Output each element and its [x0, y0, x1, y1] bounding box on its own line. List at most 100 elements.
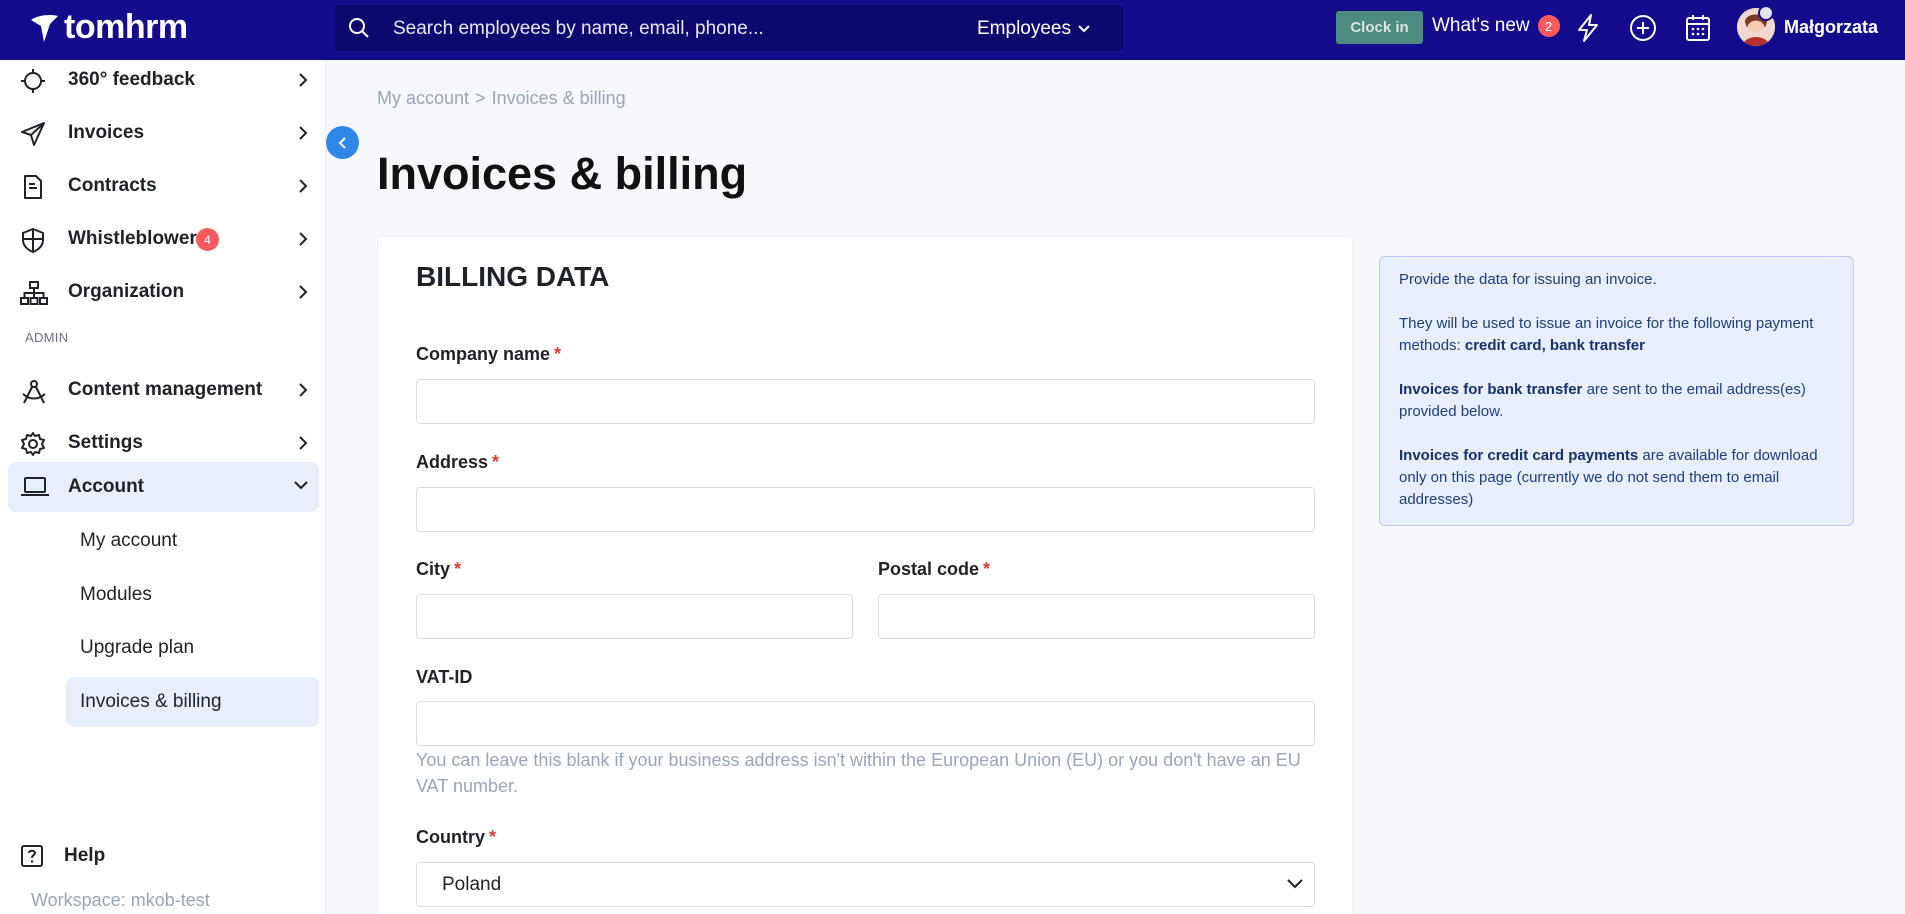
sidebar-item-360-feedback[interactable]: 360° feedback [8, 55, 319, 105]
paper-plane-icon [21, 122, 45, 146]
org-chart-icon [20, 281, 48, 305]
address-input[interactable] [416, 487, 1315, 532]
chevron-right-icon [299, 383, 308, 397]
chevron-right-icon [299, 436, 308, 450]
chevron-right-icon [299, 285, 308, 299]
help-icon [21, 845, 43, 867]
chevron-right-icon [299, 73, 308, 87]
city-input[interactable] [416, 594, 853, 639]
sidebar-sub-label: My account [80, 530, 178, 551]
breadcrumb-separator: > [475, 88, 486, 108]
vat-id-hint: You can leave this blank if your busines… [416, 750, 1301, 796]
sidebar-sub-label: Modules [80, 584, 152, 605]
sidebar-item-label: Account [68, 476, 144, 497]
chevron-right-icon [299, 179, 308, 193]
calendar-icon[interactable] [1684, 13, 1712, 43]
sidebar-item-organization[interactable]: Organization [8, 267, 319, 317]
country-value: Poland [442, 873, 502, 895]
logo-icon [31, 14, 58, 42]
avatar-status-icon [1758, 5, 1774, 21]
vat-id-label: VAT-ID [416, 667, 473, 687]
sidebar-item-invoices[interactable]: Invoices [8, 108, 319, 158]
collapse-sidebar-button[interactable] [326, 126, 359, 159]
billing-data-card: BILLING DATA Company name * Address * City… [378, 237, 1352, 914]
sidebar-sub-invoices-billing[interactable]: Invoices & billing [66, 677, 319, 727]
breadcrumb-parent[interactable]: My account [377, 88, 469, 109]
city-label: City * [416, 559, 462, 579]
sidebar-item-label: Settings [68, 432, 143, 453]
help-label: Help [64, 845, 106, 866]
page-title: Invoices & billing [377, 148, 748, 199]
gear-icon [21, 432, 45, 456]
search-bar[interactable]: Search employees by name, email, phone..… [335, 5, 1123, 51]
whats-new-link[interactable]: What's new 2 [1432, 15, 1560, 37]
logo-text: tomhrm [64, 8, 188, 46]
vat-id-input[interactable] [416, 701, 1315, 746]
billing-data-title: BILLING DATA [416, 261, 610, 292]
admin-section-label: ADMIN [25, 330, 69, 345]
user-name[interactable]: Małgorzata [1784, 17, 1878, 38]
sidebar-item-label: Contracts [68, 175, 157, 196]
chevron-right-icon [299, 232, 308, 246]
search-input[interactable]: Search employees by name, email, phone..… [393, 18, 764, 40]
sidebar-item-account[interactable]: Account [8, 462, 319, 512]
country-select[interactable]: Poland [416, 862, 1315, 907]
app-logo[interactable]: tomhrm [28, 8, 188, 47]
search-icon [349, 18, 369, 38]
postal-code-input[interactable] [878, 594, 1315, 639]
search-scope-label: Employees [977, 18, 1071, 39]
sidebar-item-whistleblower[interactable]: Whistleblower 4 [8, 214, 319, 264]
sidebar-item-contracts[interactable]: Contracts [8, 161, 319, 211]
required-mark: * [454, 559, 462, 579]
shield-icon [22, 227, 44, 253]
company-name-label: Company name * [416, 344, 562, 364]
info-paragraph: They will be used to issue an invoice fo… [1399, 315, 1814, 354]
workspace-label: Workspace: mkob-test [31, 890, 210, 910]
sidebar-sub-label: Upgrade plan [80, 637, 195, 658]
sidebar-item-content-management[interactable]: Content management [8, 365, 319, 415]
info-paragraph: Provide the data for issuing an invoice. [1399, 271, 1657, 288]
billing-info-box: Provide the data for issuing an invoice.… [1379, 256, 1854, 526]
chevron-down-icon [294, 481, 308, 490]
document-icon [24, 175, 42, 199]
sidebar-item-settings[interactable]: Settings [8, 418, 319, 468]
search-scope-dropdown[interactable]: Employees [977, 18, 1091, 40]
lightning-icon[interactable] [1575, 13, 1601, 43]
clock-in-button[interactable]: Clock in [1336, 11, 1423, 44]
plus-circle-icon[interactable] [1628, 13, 1658, 43]
laptop-icon [21, 477, 49, 496]
sidebar-item-label: Invoices [68, 122, 145, 143]
target-icon [21, 69, 45, 93]
whats-new-badge: 2 [1537, 15, 1560, 37]
sidebar-item-label: 360° feedback [68, 69, 195, 90]
info-paragraph: Invoices for credit card payments are av… [1399, 447, 1818, 508]
sidebar-item-label: Content management [68, 379, 263, 400]
address-label: Address * [416, 452, 500, 472]
company-name-input[interactable] [416, 379, 1315, 424]
help-link[interactable]: Help [20, 844, 105, 868]
sidebar-sub-modules[interactable]: Modules [66, 570, 319, 620]
sidebar-sub-my-account[interactable]: My account [66, 516, 319, 566]
postal-code-label: Postal code * [878, 559, 991, 579]
sidebar-sub-label: Invoices & billing [80, 691, 222, 712]
top-bar: tomhrm Search employees by name, email, … [0, 0, 1905, 60]
whats-new-label: What's new [1432, 15, 1530, 36]
chevron-down-icon [1078, 25, 1090, 33]
whistleblower-badge: 4 [196, 228, 219, 251]
required-mark: * [983, 559, 991, 579]
info-paragraph: Invoices for bank transfer are sent to t… [1399, 381, 1806, 420]
sidebar-item-label: Whistleblower [68, 228, 197, 249]
sidebar-sub-upgrade-plan[interactable]: Upgrade plan [66, 623, 319, 673]
chevron-right-icon [299, 126, 308, 140]
sidebar-item-label: Organization [68, 281, 185, 302]
chevron-left-icon [338, 136, 346, 149]
country-label: Country * [416, 827, 497, 847]
breadcrumb-current: Invoices & billing [491, 88, 626, 108]
chevron-down-icon [1287, 879, 1303, 889]
breadcrumb: My account > Invoices & billing [377, 88, 626, 109]
sidebar: 360° feedback Invoices Contracts Whistle… [0, 60, 326, 914]
required-mark: * [492, 452, 500, 472]
required-mark: * [554, 344, 562, 364]
compass-icon [22, 380, 46, 404]
required-mark: * [489, 827, 497, 847]
